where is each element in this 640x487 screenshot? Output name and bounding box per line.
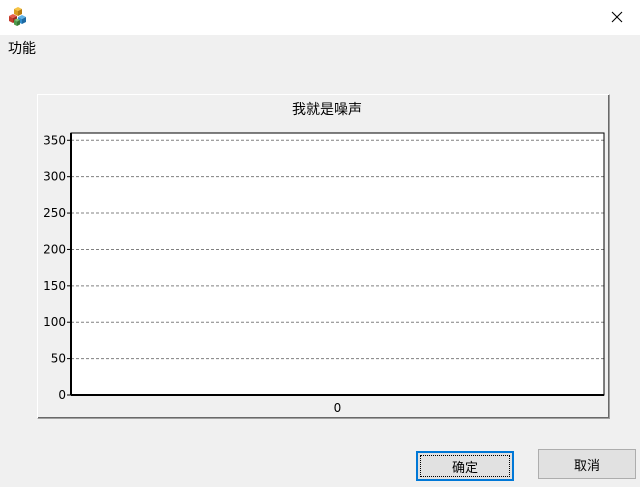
y-tick-label-300: 300 xyxy=(43,170,66,184)
menu-item-function[interactable]: 功能 xyxy=(8,38,36,58)
cubes-icon xyxy=(8,7,28,27)
x-tick-label-0: 0 xyxy=(334,401,342,415)
y-tick-label-350: 350 xyxy=(43,133,66,147)
plot-area xyxy=(71,133,604,395)
chart-title: 我就是噪声 xyxy=(292,102,362,118)
focus-rect xyxy=(420,455,510,477)
chart-panel: 我就是噪声 0 50 100 150 200 250 300 350 0 xyxy=(37,94,610,419)
y-tick-label-0: 0 xyxy=(58,388,66,402)
title-bar xyxy=(0,0,640,35)
noise-chart: 我就是噪声 0 50 100 150 200 250 300 350 0 xyxy=(43,102,605,415)
dialog-window: 功能 我就是噪声 0 50 100 150 200 250 300 350 0 确定 取消 xyxy=(0,0,640,487)
x-axis-ticks: 0 xyxy=(334,401,342,415)
y-tick-label-200: 200 xyxy=(43,242,66,256)
cancel-button[interactable]: 取消 xyxy=(538,449,636,479)
close-icon xyxy=(611,8,623,27)
ok-button[interactable]: 确定 xyxy=(416,451,514,481)
cancel-button-label: 取消 xyxy=(573,458,600,474)
y-tick-label-150: 150 xyxy=(43,279,66,293)
y-axis-ticks: 0 50 100 150 200 250 300 350 xyxy=(43,133,71,402)
y-tick-label-50: 50 xyxy=(51,352,66,366)
y-tick-label-250: 250 xyxy=(43,206,66,220)
y-tick-label-100: 100 xyxy=(43,315,66,329)
close-button[interactable] xyxy=(594,0,640,35)
